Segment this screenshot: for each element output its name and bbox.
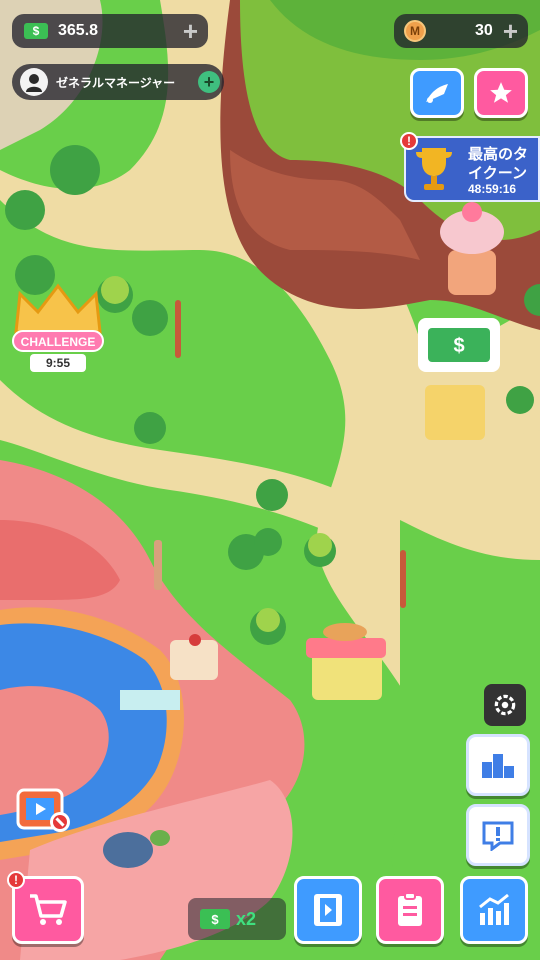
gear-icon (494, 694, 516, 716)
settings-button[interactable] (484, 684, 526, 726)
notice-button[interactable] (466, 804, 530, 866)
star-icon (490, 82, 512, 103)
event-title-line1: 最高のタ (468, 146, 529, 163)
add-cash-button[interactable]: + (183, 18, 198, 44)
manager-avatar (20, 68, 48, 96)
coin-counter[interactable]: M 30 + (394, 14, 528, 48)
ad-tv-button[interactable] (14, 782, 74, 836)
cash-value: 365.8 (58, 22, 99, 39)
shop-alert-dot: ! (7, 871, 25, 889)
cash-boost-indicator[interactable]: $ x2 (188, 898, 286, 940)
cash-icon: $ (24, 23, 48, 39)
manager-label: ゼネラルマネージャー (56, 75, 176, 90)
chart-icon (479, 893, 509, 925)
cash-icon: $ (200, 909, 230, 929)
coin-icon: M (404, 20, 426, 42)
tv-icon (16, 788, 70, 832)
boost-multiplier: x2 (236, 908, 257, 929)
clipboard-icon (398, 892, 422, 926)
cash-counter[interactable]: $ 365.8 + (12, 14, 208, 48)
tycoon-event-banner[interactable]: ! 最高のタ イクーン 48:59:16 (400, 132, 540, 202)
alert-dot: ! (400, 132, 418, 150)
coin-value: 30 (475, 22, 493, 39)
challenge-label: CHALLENGE (12, 330, 104, 352)
stats-button[interactable] (460, 876, 528, 944)
trophy-icon (416, 148, 452, 190)
boost-button[interactable] (410, 68, 464, 118)
podium-icon (482, 754, 514, 778)
challenge-timer: 9:55 (30, 354, 86, 372)
add-manager-button[interactable]: + (198, 71, 220, 93)
exclamation-icon (482, 821, 514, 851)
event-timer: 48:59:16 (468, 182, 517, 196)
shop-button[interactable]: ! (7, 871, 84, 944)
favorites-button[interactable] (474, 68, 528, 118)
challenge-badge[interactable]: CHALLENGE 9:55 (10, 282, 106, 372)
cart-icon (30, 894, 67, 925)
leaderboard-button[interactable] (466, 734, 530, 796)
svg-text:$: $ (453, 335, 464, 357)
add-coin-button[interactable]: + (503, 18, 518, 44)
video-button[interactable] (294, 876, 362, 944)
manager-badge[interactable]: ゼネラルマネージャー + (12, 64, 224, 100)
boost-icon (426, 84, 448, 103)
film-icon (314, 894, 342, 926)
tasks-button[interactable] (376, 876, 444, 944)
event-title-line2: イクーン (468, 165, 527, 182)
